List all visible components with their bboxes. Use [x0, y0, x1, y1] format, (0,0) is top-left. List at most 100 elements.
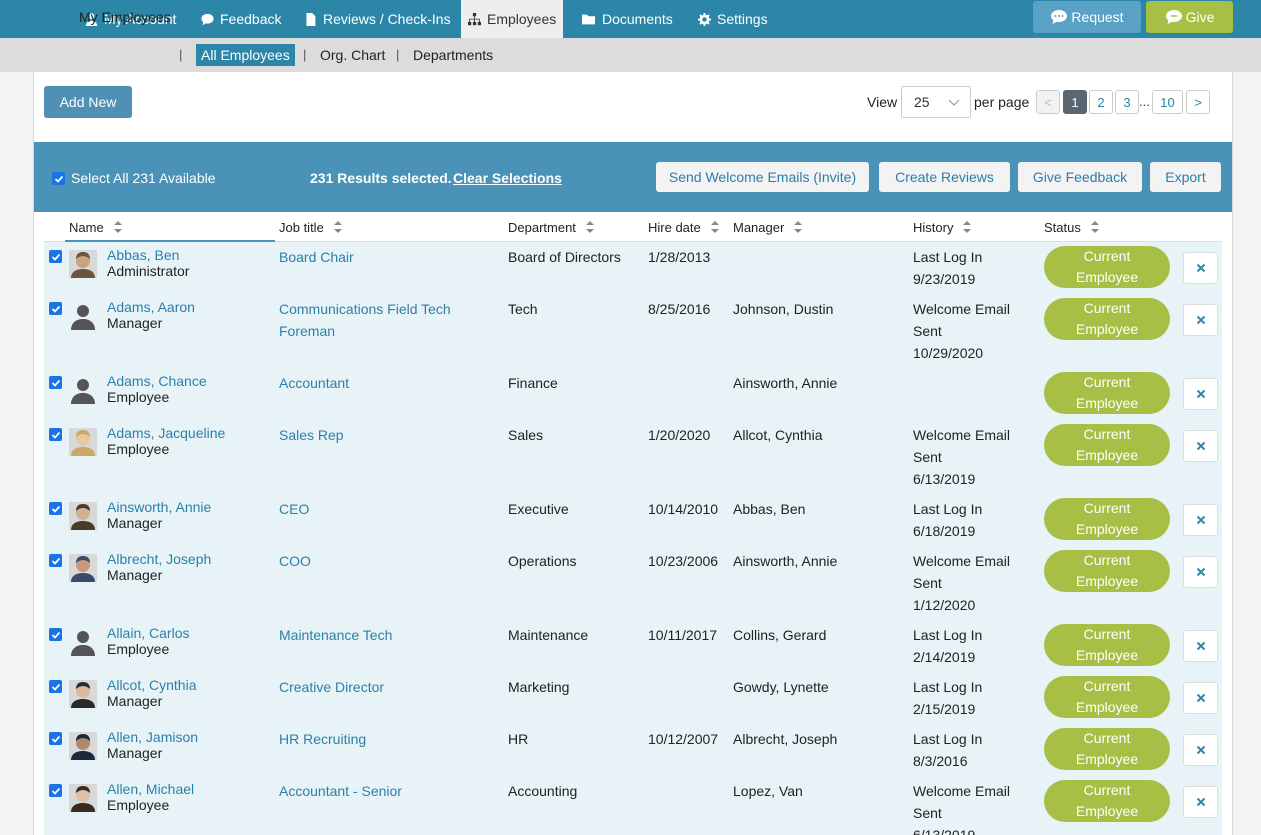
folder-icon [582, 14, 595, 24]
department-cell: Finance [508, 375, 558, 391]
gear-icon [698, 12, 711, 26]
table-row: Allcot, Cynthia Manager Creative Director M… [44, 672, 1222, 724]
row-checkbox[interactable] [49, 376, 62, 389]
employee-name-link[interactable]: Allain, Carlos [107, 625, 189, 641]
job-title-link[interactable]: Communications Field Tech Foreman [279, 298, 451, 342]
pagination-page-1[interactable]: 1 [1063, 90, 1087, 114]
employee-name-link[interactable]: Allen, Michael [107, 781, 194, 797]
remove-button[interactable] [1183, 252, 1218, 284]
chevron-down-icon [948, 99, 960, 106]
history-line: 6/13/2019 [913, 471, 976, 487]
give-feedback-button[interactable]: Give Feedback [1018, 162, 1142, 192]
select-all-checkbox[interactable] [52, 172, 65, 185]
subnav-org-chart[interactable]: Org. Chart [320, 38, 385, 72]
subnav-departments[interactable]: Departments [413, 38, 493, 72]
manager-cell: Albrecht, Joseph [733, 731, 838, 747]
row-checkbox[interactable] [49, 784, 62, 797]
checkmark-icon [51, 253, 60, 261]
row-checkbox[interactable] [49, 302, 62, 315]
send-welcome-emails-button[interactable]: Send Welcome Emails (Invite) [656, 162, 869, 192]
employee-name-link[interactable]: Abbas, Ben [107, 247, 179, 263]
close-icon [1196, 441, 1205, 451]
employee-name-link[interactable]: Adams, Aaron [107, 299, 195, 315]
remove-button[interactable] [1183, 734, 1218, 766]
job-title-link[interactable]: Creative Director [279, 676, 384, 698]
remove-button[interactable] [1183, 430, 1218, 462]
job-title-link[interactable]: HR Recruiting [279, 728, 366, 750]
status-badge: Current Employee [1044, 298, 1170, 340]
nav-documents[interactable]: Documents [581, 0, 673, 38]
remove-button[interactable] [1183, 786, 1218, 818]
avatar [69, 680, 97, 708]
job-title-link[interactable]: Maintenance Tech [279, 624, 392, 646]
subnav-my-employees[interactable]: My Employees [79, 0, 171, 34]
status-line: Current [1083, 552, 1131, 568]
row-checkbox[interactable] [49, 554, 62, 567]
speech-bubble-icon [1051, 10, 1068, 24]
remove-button[interactable] [1183, 556, 1218, 588]
job-title-link[interactable]: CEO [279, 498, 309, 520]
job-title-link[interactable]: Sales Rep [279, 424, 344, 446]
employee-name-link[interactable]: Allen, Jamison [107, 729, 198, 745]
create-reviews-button[interactable]: Create Reviews [879, 162, 1010, 192]
column-header-department[interactable]: Department [508, 219, 594, 235]
give-button[interactable]: Give [1146, 1, 1233, 33]
export-button[interactable]: Export [1150, 162, 1221, 192]
job-title-line: Accountant - Senior [279, 783, 402, 799]
employee-name-link[interactable]: Ainsworth, Annie [107, 499, 211, 515]
nav-label: Employees [487, 11, 557, 27]
avatar [69, 428, 97, 456]
subnav-all-employees[interactable]: All Employees [196, 44, 295, 66]
avatar-photo-icon [69, 502, 97, 530]
pagination-page-2[interactable]: 2 [1089, 90, 1113, 114]
close-icon [1196, 797, 1205, 807]
row-checkbox[interactable] [49, 732, 62, 745]
job-title-link[interactable]: COO [279, 550, 311, 572]
employee-name-link[interactable]: Adams, Jacqueline [107, 425, 225, 441]
select-all-label: Select All 231 Available [71, 170, 216, 186]
status-badge: Current Employee [1044, 246, 1170, 288]
nav-label: Settings [717, 11, 768, 27]
employee-name-link[interactable]: Adams, Chance [107, 373, 207, 389]
employee-name-link[interactable]: Albrecht, Joseph [107, 551, 211, 567]
column-header-manager[interactable]: Manager [733, 219, 803, 235]
pagination-prev[interactable]: < [1036, 90, 1060, 114]
nav-label: Documents [602, 11, 673, 27]
row-checkbox[interactable] [49, 428, 62, 441]
request-button[interactable]: Request [1033, 1, 1141, 33]
per-page-select[interactable]: 25 [901, 86, 971, 118]
remove-button[interactable] [1183, 378, 1218, 410]
nav-feedback[interactable]: Feedback [201, 0, 281, 38]
pagination-next[interactable]: > [1186, 90, 1210, 114]
row-checkbox[interactable] [49, 502, 62, 515]
job-title-link[interactable]: Accountant - Senior [279, 780, 402, 802]
employee-name-link[interactable]: Allcot, Cynthia [107, 677, 196, 693]
remove-button[interactable] [1183, 304, 1218, 336]
pagination-page-last[interactable]: 10 [1152, 90, 1183, 114]
table-row: Adams, Aaron Manager Communications Field … [44, 294, 1222, 368]
pagination-page-3[interactable]: 3 [1115, 90, 1139, 114]
history-line: Last Log In [913, 679, 983, 695]
row-checkbox[interactable] [49, 628, 62, 641]
column-header-status[interactable]: Status [1044, 219, 1099, 235]
nav-reviews[interactable]: Reviews / Check-Ins [304, 0, 451, 38]
remove-button[interactable] [1183, 682, 1218, 714]
history-line: 2/14/2019 [913, 649, 976, 665]
column-header-hire-date[interactable]: Hire date [648, 219, 719, 235]
remove-button[interactable] [1183, 630, 1218, 662]
remove-button[interactable] [1183, 504, 1218, 536]
table-row: Adams, Jacqueline Employee Sales Rep Sales 1… [44, 420, 1222, 494]
clear-selections-link[interactable]: Clear Selections [453, 170, 562, 186]
job-title-link[interactable]: Accountant [279, 372, 349, 394]
row-checkbox[interactable] [49, 680, 62, 693]
job-title-link[interactable]: Board Chair [279, 246, 354, 268]
column-header-history[interactable]: History [913, 219, 972, 235]
history-line: 1/12/2020 [913, 597, 976, 613]
row-checkbox[interactable] [49, 250, 62, 263]
status-line: Employee [1075, 751, 1139, 767]
column-header-job-title[interactable]: Job title [279, 219, 342, 235]
add-new-button[interactable]: Add New [44, 86, 132, 118]
nav-settings[interactable]: Settings [698, 0, 768, 38]
nav-employees[interactable]: Employees [461, 0, 563, 38]
column-header-name[interactable]: Name [69, 219, 122, 235]
